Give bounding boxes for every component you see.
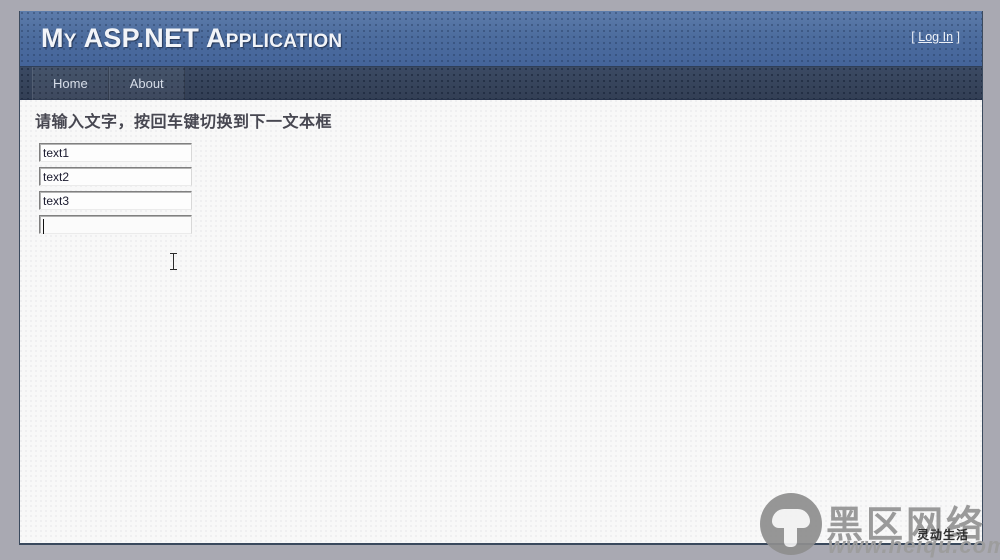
mouse-cursor-ibeam	[169, 252, 178, 271]
nav-item-home[interactable]: Home	[32, 67, 109, 100]
site-masthead: My ASP.NET Application [ Log In ]	[20, 11, 982, 67]
main-navigation-bar: Home About	[20, 67, 982, 100]
text-input-1[interactable]	[39, 143, 192, 162]
text-input-3[interactable]	[39, 191, 192, 210]
text-input-2[interactable]	[39, 167, 192, 186]
nav-item-home-wrapper: Home	[32, 67, 109, 100]
nav-list: Home About	[32, 67, 185, 100]
text-input-4[interactable]	[39, 215, 192, 234]
instruction-heading: 请输入文字，按回车键切换到下一文本框	[35, 114, 333, 131]
text-caret	[43, 219, 44, 234]
textbox-group	[39, 143, 192, 239]
browser-page-canvas: My ASP.NET Application [ Log In ] Home A…	[19, 11, 983, 545]
ibeam-bottom-cap	[170, 269, 177, 270]
login-bracket-close: ]	[956, 30, 960, 44]
page-content-area: 请输入文字，按回车键切换到下一文本框	[20, 100, 982, 543]
ibeam-stem	[173, 254, 174, 269]
login-area: [ Log In ]	[911, 30, 960, 44]
site-title: My ASP.NET Application	[41, 23, 343, 53]
log-in-link[interactable]: Log In	[918, 30, 953, 44]
ibeam-top-cap	[170, 253, 177, 254]
nav-item-about[interactable]: About	[108, 67, 185, 100]
nav-item-about-wrapper: About	[108, 67, 185, 100]
